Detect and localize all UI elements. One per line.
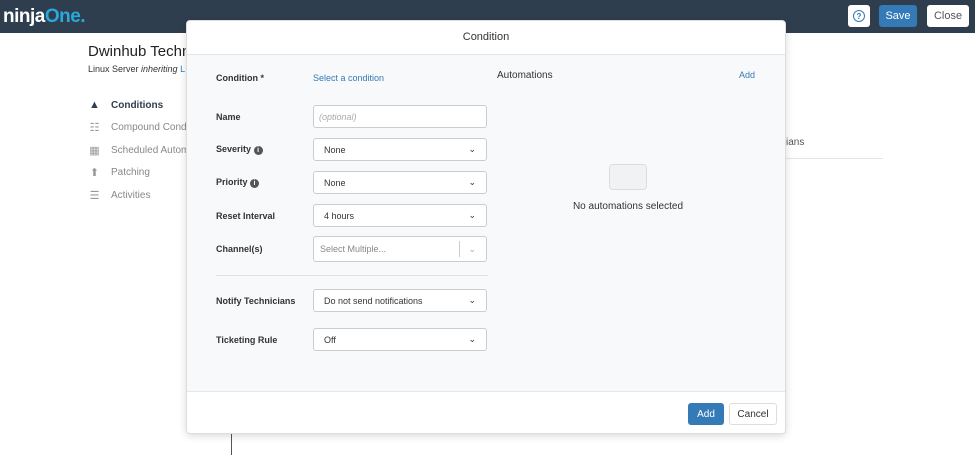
cancel-button[interactable]: Cancel <box>729 403 777 425</box>
question-circle-icon: ? <box>853 10 865 22</box>
nav-activities[interactable]: ☰ Activities <box>88 184 192 207</box>
modal-footer: Add Cancel <box>187 391 785 433</box>
chevron-down-icon: ⌄ <box>468 177 476 187</box>
divider <box>216 275 488 276</box>
chevron-down-icon: ⌄ <box>468 210 476 220</box>
nav-scheduled-automations[interactable]: ▦ Scheduled Autom <box>88 139 192 162</box>
severity-label: Severity i <box>216 144 313 155</box>
table-header-fragment: ians <box>786 137 805 148</box>
channels-multiselect[interactable]: Select Multiple... ⌄ <box>313 236 487 262</box>
name-label: Name <box>216 111 241 122</box>
notify-technicians-select[interactable]: Do not send notifications ⌄ <box>313 289 487 312</box>
device-subtitle: Linux Server inheriting L <box>88 64 186 74</box>
automations-title: Automations <box>497 70 553 81</box>
chevron-down-icon: ⌄ <box>468 243 476 254</box>
info-icon: i <box>253 145 263 155</box>
calendar-icon: ▦ <box>89 144 100 157</box>
priority-label: Priority i <box>216 177 313 188</box>
automations-empty-state: No automations selected <box>563 164 693 212</box>
divider <box>786 158 883 159</box>
save-button[interactable]: Save <box>879 5 917 27</box>
nav-compound-conditions[interactable]: ☷ Compound Condit <box>88 117 192 140</box>
ninjaone-logo: ninjaOne. <box>3 6 86 27</box>
modal-title: Condition <box>187 21 785 55</box>
channels-label: Channel(s) <box>216 244 263 254</box>
list-icon: ☰ <box>89 189 100 202</box>
divider <box>231 434 232 455</box>
condition-label: Condition * <box>216 73 264 83</box>
ticketing-rule-select[interactable]: Off ⌄ <box>313 328 487 351</box>
reset-interval-select[interactable]: 4 hours ⌄ <box>313 204 487 227</box>
help-button[interactable]: ? <box>848 5 870 27</box>
info-icon: i <box>250 178 260 188</box>
arrow-up-circle-icon: ⬆ <box>89 167 100 180</box>
chevron-down-icon: ⌄ <box>468 334 476 344</box>
select-condition-link[interactable]: Select a condition <box>313 73 384 83</box>
chevron-down-icon: ⌄ <box>468 295 476 305</box>
warning-icon: ▲ <box>89 99 100 112</box>
policy-link[interactable]: L <box>180 64 185 74</box>
notify-technicians-label: Notify Technicians <box>216 295 296 306</box>
policy-nav: ▲ Conditions ☷ Compound Condit ▦ Scheduled … <box>88 94 192 207</box>
condition-modal: Condition Condition * Select a condition … <box>186 20 786 434</box>
device-title: Dwinhub Techn <box>88 43 191 60</box>
nav-conditions[interactable]: ▲ Conditions <box>88 94 192 117</box>
ticketing-rule-label: Ticketing Rule <box>216 334 278 345</box>
close-button[interactable]: Close <box>927 5 969 27</box>
add-automation-link[interactable]: Add <box>739 70 755 80</box>
chevron-down-icon: ⌄ <box>468 144 476 154</box>
reset-interval-label: Reset Interval <box>216 210 276 221</box>
priority-select[interactable]: None ⌄ <box>313 171 487 194</box>
list-tree-icon: ☷ <box>89 122 100 135</box>
severity-select[interactable]: None ⌄ <box>313 138 487 161</box>
nav-patching[interactable]: ⬆ Patching <box>88 162 192 185</box>
name-input[interactable]: (optional) <box>313 105 487 128</box>
inbox-icon <box>609 164 647 190</box>
add-button[interactable]: Add <box>688 403 724 425</box>
